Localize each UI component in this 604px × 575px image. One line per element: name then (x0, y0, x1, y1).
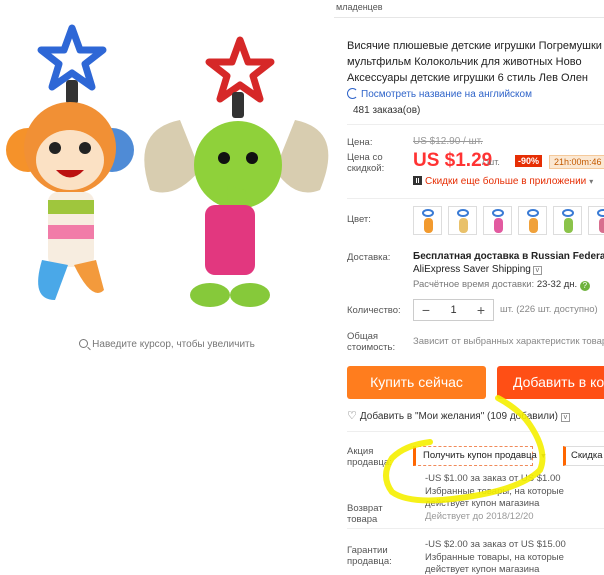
blue-star-ring (37, 24, 107, 91)
swatch-6[interactable] (588, 206, 604, 235)
chevron-down-icon: v (560, 413, 570, 422)
zoom-hint: Наведите курсор, чтобы увеличить (0, 338, 334, 350)
product-title: Висячие плюшевые детские игрушки Погрему… (347, 38, 604, 86)
ring-icon (457, 209, 469, 217)
product-gallery: Наведите курсор, чтобы увеличить (0, 0, 334, 575)
help-icon[interactable]: ? (579, 281, 590, 291)
divider (347, 431, 604, 432)
coupon-item: -US $2.00 за заказ от US $15.00 Избранны… (425, 539, 566, 575)
ring-icon (562, 209, 574, 217)
product-image[interactable] (0, 10, 334, 310)
title-line: Аксессуары детские игрушки 6 стиль Лев О… (347, 72, 589, 84)
chevron-down-icon: v (532, 266, 542, 275)
toy-thumbnail (564, 218, 573, 233)
guarantee-label: Гарантии продавца: (347, 545, 392, 567)
swatch-3[interactable] (483, 206, 512, 235)
add-to-cart-button[interactable]: Добавить в корзину (497, 366, 604, 399)
app-deal-link[interactable]: Скидки еще больше в приложении ▾ (413, 176, 593, 187)
color-swatches (413, 206, 604, 235)
chevron-down-icon: ▾ (589, 177, 594, 186)
wishlist-link[interactable]: ♡ Добавить в "Мои желания" (109 добавили)… (347, 409, 570, 422)
increase-button[interactable]: + (469, 302, 493, 318)
get-coupon-button[interactable]: Получить купон продавца ▼ (413, 446, 547, 466)
buy-now-button[interactable]: Купить сейчас (347, 366, 486, 399)
magnifier-icon (79, 339, 89, 348)
swatch-2[interactable] (448, 206, 477, 235)
qr-code-icon (413, 176, 422, 185)
swatch-4[interactable] (518, 206, 547, 235)
toy-thumbnail (424, 218, 433, 233)
title-line: Висячие плюшевые детские игрушки Погрему… (347, 40, 602, 52)
coupon-item: -US $1.00 за заказ от US $1.00 Избранные… (425, 473, 564, 522)
breadcrumb[interactable]: младенцев (336, 2, 383, 12)
product-details: младенцев Висячие плюшевые детские игруш… (334, 0, 604, 575)
discount-badge: -90% (515, 155, 543, 167)
countdown-timer: 21h:00m:46 (549, 155, 604, 169)
delivery-time: Расчётное время доставки: 23-32 дн. ? (413, 279, 590, 291)
shipping-label: Доставка: (347, 252, 391, 263)
promo-label: Акция продавца: (347, 446, 392, 468)
quantity-stepper: − 1 + (413, 299, 494, 321)
divider (347, 124, 604, 125)
divider (334, 17, 604, 18)
toy-thumbnail (599, 218, 604, 233)
price-label: Цена: (347, 137, 373, 148)
toy-thumbnail (459, 218, 468, 233)
ring-icon (492, 209, 504, 217)
sale-price: US $1.29 (413, 150, 493, 171)
color-label: Цвет: (347, 214, 371, 225)
divider (347, 528, 604, 529)
sale-price-label: Цена со скидкой: (347, 152, 385, 174)
quantity-input[interactable]: 1 (438, 304, 469, 316)
swatch-1[interactable] (413, 206, 442, 235)
monkey-toy (6, 24, 134, 300)
shipping-method[interactable]: AliExpress Saver Shipping v (413, 264, 542, 275)
shipping-destination[interactable]: Бесплатная доставка в Russian Federation (413, 251, 604, 262)
return-label: Возврат товара (347, 503, 383, 525)
toy-thumbnail (494, 218, 503, 233)
total-value: Зависит от выбранных характеристик товар… (413, 336, 604, 347)
ring-icon (422, 209, 434, 217)
orders-count: 481 заказа(ов) (353, 105, 421, 116)
quantity-label: Количество: (347, 305, 401, 316)
title-line: мультфильм Колокольчик для животных Ново (347, 56, 582, 68)
total-label: Общая стоимость: (347, 331, 396, 353)
discount-tab[interactable]: Скидка (563, 446, 604, 466)
decrease-button[interactable]: − (414, 302, 438, 318)
heart-icon: ♡ (347, 410, 357, 422)
original-price: US $12.90 / шт. (413, 136, 483, 147)
red-star-ring (205, 36, 275, 103)
chevron-down-icon: ▼ (539, 453, 547, 460)
toy-thumbnail (529, 218, 538, 233)
elephant-toy (144, 36, 329, 307)
ring-icon (527, 209, 539, 217)
ring-icon (597, 209, 604, 217)
stock-available: шт. (226 шт. доступно) (500, 304, 598, 315)
translate-icon (347, 88, 358, 99)
translate-link[interactable]: Посмотреть название на английском (347, 88, 532, 100)
price-unit: / шт. (482, 157, 500, 167)
divider (347, 198, 604, 199)
swatch-5[interactable] (553, 206, 582, 235)
